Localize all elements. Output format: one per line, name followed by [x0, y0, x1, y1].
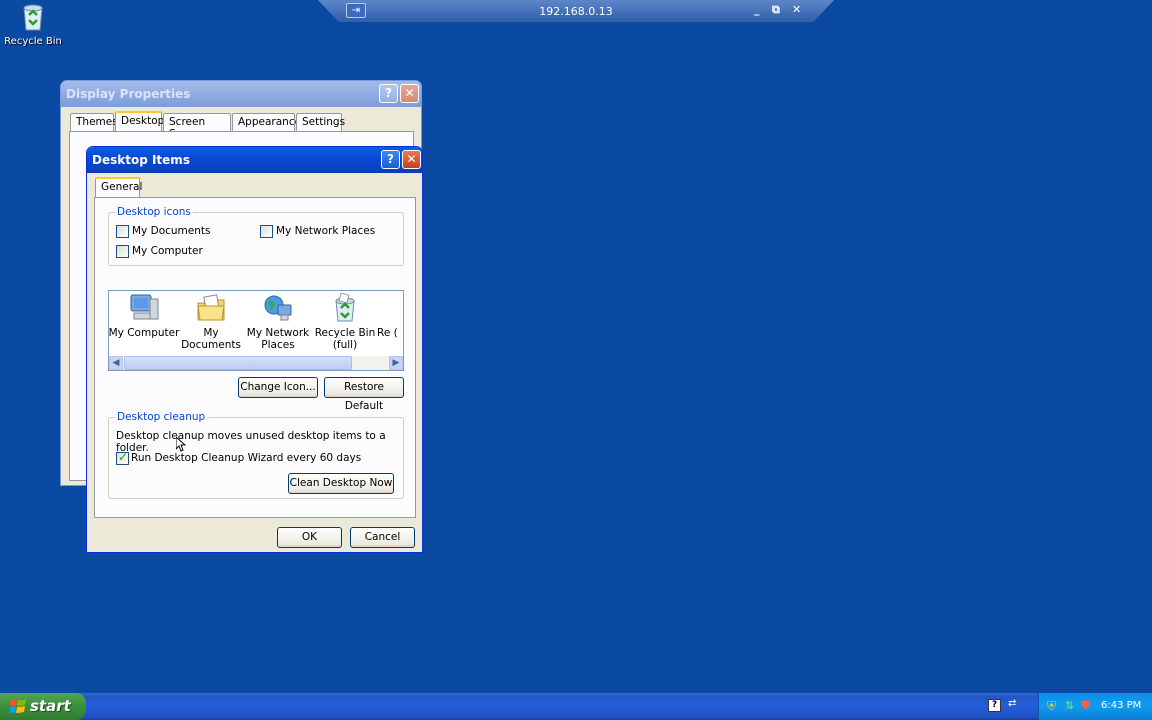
icon-listview[interactable]: My Computer My Documents My Network Plac… — [108, 290, 404, 371]
remote-desktop-bar: ⇥ 192.168.0.13 _ ⧉ ✕ — [318, 0, 834, 22]
icon-label: My Computer — [108, 327, 180, 339]
clean-desktop-now-button[interactable]: Clean Desktop Now — [288, 473, 394, 494]
my-network-places-checkbox[interactable] — [260, 225, 273, 238]
group-title: Desktop cleanup — [115, 411, 208, 423]
group-title: Desktop icons — [115, 206, 193, 218]
minimize-icon[interactable]: _ — [754, 3, 760, 16]
scroll-thumb[interactable] — [124, 356, 352, 370]
recycle-bin-label: Recycle Bin — [4, 36, 62, 47]
desktop-icons-group: Desktop icons My Documents My Network Pl… — [108, 206, 404, 266]
window-title: Desktop Items — [92, 153, 190, 167]
scroll-left-icon[interactable]: ◀ — [109, 356, 123, 370]
list-item[interactable]: Re ( — [377, 293, 403, 339]
help-icon[interactable]: ? — [379, 84, 398, 103]
security-shield-icon[interactable]: ⛨ — [1047, 699, 1056, 714]
mouse-cursor-icon — [175, 435, 187, 456]
icon-label: Re ( — [377, 327, 398, 339]
windows-logo-icon — [9, 699, 26, 718]
tab-screen-saver[interactable]: Screen Saver — [163, 113, 231, 140]
my-computer-label: My Computer — [132, 245, 203, 257]
network-status-icon[interactable]: ⇅ — [1065, 699, 1074, 712]
taskbar: start ? ⇄ ⛨ ⇅ ⛊ 6:43 PM — [0, 693, 1152, 720]
start-button[interactable]: start — [0, 693, 86, 720]
list-item[interactable]: My Network Places — [242, 293, 314, 351]
restore-default-button[interactable]: Restore Default — [324, 377, 404, 412]
tab-settings[interactable]: Settings — [296, 113, 345, 131]
system-tray: ⛨ ⇅ ⛊ 6:43 PM — [1038, 693, 1152, 720]
tab-themes[interactable]: Themes — [70, 113, 118, 131]
recycle-bin-desktop-icon[interactable]: Recycle Bin — [4, 2, 62, 47]
my-documents-icon — [195, 293, 227, 323]
change-icon-button[interactable]: Change Icon... — [238, 377, 318, 398]
horizontal-scrollbar[interactable]: ◀ ▶ — [109, 356, 403, 370]
restore-icon[interactable]: ⧉ — [772, 3, 780, 17]
display-properties-titlebar[interactable]: Display Properties ? ✕ — [61, 81, 421, 107]
scroll-right-icon[interactable]: ▶ — [389, 356, 403, 370]
cleanup-wizard-checkbox[interactable] — [116, 450, 129, 465]
close-icon[interactable]: ✕ — [792, 3, 801, 16]
clock[interactable]: 6:43 PM — [1101, 700, 1141, 711]
recycle-bin-full-icon — [329, 292, 361, 323]
my-network-places-label: My Network Places — [276, 225, 376, 237]
icon-label: Recycle Bin (full) — [314, 327, 376, 351]
list-item[interactable]: My Documents — [175, 293, 247, 351]
desktop-cleanup-group: Desktop cleanup Desktop cleanup moves un… — [108, 411, 404, 499]
ok-button[interactable]: OK — [277, 527, 342, 548]
security-alert-icon[interactable]: ⛊ — [1081, 698, 1090, 713]
tab-desktop[interactable]: Desktop — [115, 111, 164, 132]
my-documents-label: My Documents — [132, 225, 211, 237]
close-icon[interactable]: ✕ — [402, 150, 421, 169]
list-item[interactable]: My Computer — [108, 293, 180, 339]
my-computer-icon — [128, 293, 160, 323]
my-network-places-icon — [262, 293, 294, 323]
recycle-bin-icon — [17, 2, 49, 32]
tab-appearance[interactable]: Appearance — [232, 113, 301, 131]
cleanup-description: Desktop cleanup moves unused desktop ite… — [116, 430, 386, 454]
network-icon[interactable]: ⇄ — [1008, 698, 1016, 709]
my-documents-checkbox[interactable] — [116, 225, 129, 238]
cancel-button[interactable]: Cancel — [350, 527, 415, 548]
close-icon[interactable]: ✕ — [400, 84, 419, 103]
my-computer-checkbox[interactable] — [116, 245, 129, 258]
help-icon[interactable]: ? — [381, 150, 400, 169]
desktop-items-titlebar[interactable]: Desktop Items ? ✕ — [87, 147, 422, 173]
icon-label: My Network Places — [246, 327, 310, 351]
window-title: Display Properties — [66, 87, 191, 101]
list-item[interactable]: Recycle Bin (full) — [309, 292, 381, 351]
general-panel: Desktop icons My Documents My Network Pl… — [94, 197, 416, 518]
cleanup-wizard-label: Run Desktop Cleanup Wizard every 60 days — [131, 452, 362, 464]
start-label: start — [30, 697, 71, 715]
desktop-items-window: Desktop Items ? ✕ General Desktop icons … — [86, 146, 423, 553]
recycle-bin-empty-icon — [387, 293, 403, 323]
tab-general[interactable]: General — [95, 177, 142, 198]
help-icon[interactable]: ? — [988, 699, 1001, 712]
icon-label: My Documents — [181, 327, 241, 351]
